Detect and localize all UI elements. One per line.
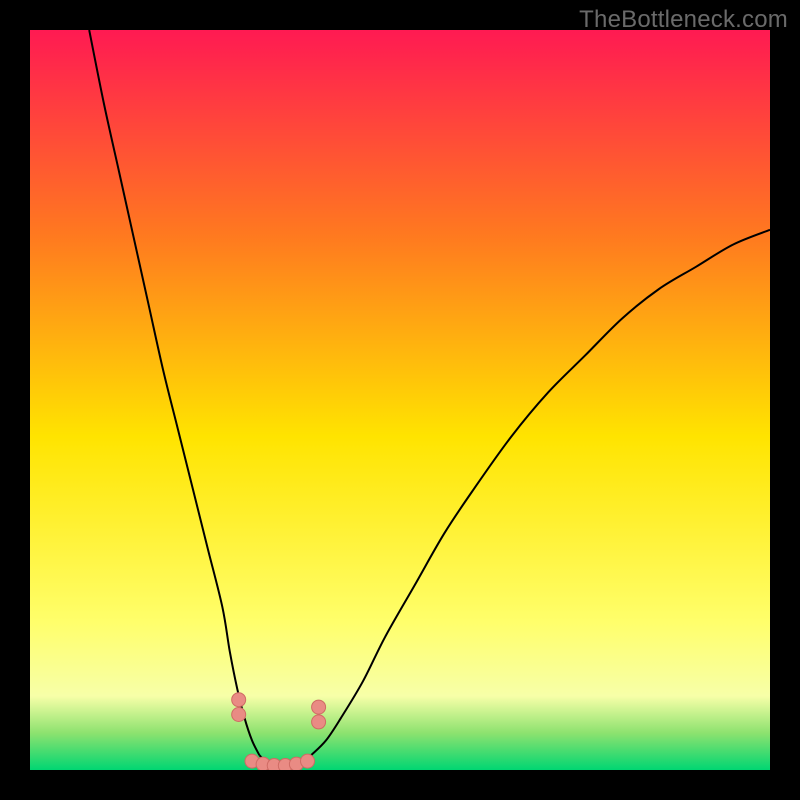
chart-plot-area bbox=[30, 30, 770, 770]
highlight-point-8 bbox=[312, 715, 326, 729]
outer-black-frame: TheBottleneck.com bbox=[0, 0, 800, 800]
highlight-point-7 bbox=[301, 754, 315, 768]
highlight-point-0 bbox=[232, 693, 246, 707]
highlight-point-1 bbox=[232, 708, 246, 722]
highlight-point-9 bbox=[312, 700, 326, 714]
chart-svg bbox=[30, 30, 770, 770]
gradient-background bbox=[30, 30, 770, 770]
